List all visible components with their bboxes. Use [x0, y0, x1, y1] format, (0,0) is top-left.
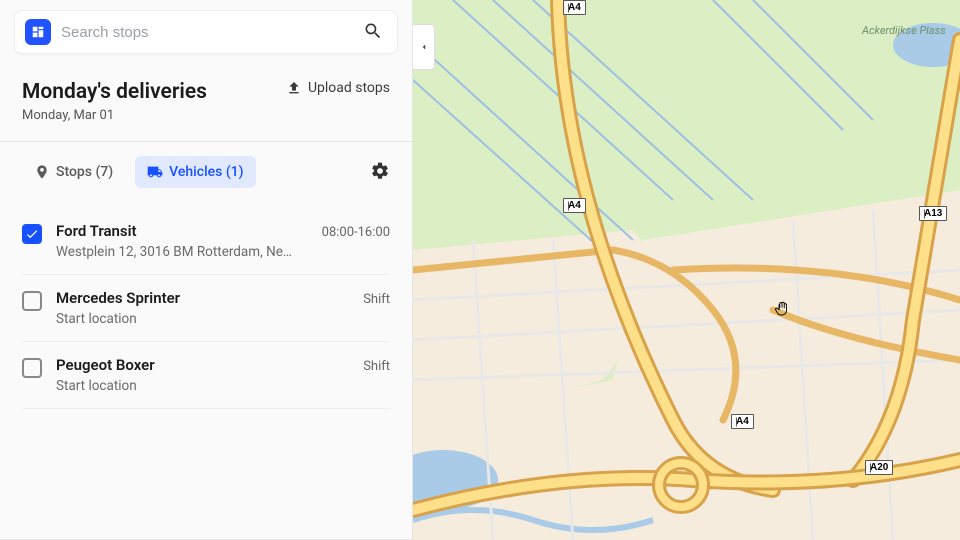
vehicle-checkbox[interactable] [22, 224, 42, 244]
collapse-sidebar-button[interactable] [413, 24, 435, 70]
search-button[interactable] [359, 17, 387, 48]
map-canvas[interactable]: A4 A4 A13 A4 A20 Ackerdijkse Plass [413, 0, 960, 540]
page-header: Monday's deliveries Monday, Mar 01 Uploa… [0, 62, 412, 141]
vehicle-shift-label: Shift [363, 359, 390, 374]
settings-button[interactable] [370, 161, 390, 184]
pin-icon [34, 164, 50, 180]
vehicle-start-location: Westplein 12, 3016 BM Rotterdam, Ne… [56, 244, 390, 260]
upload-icon [286, 80, 302, 96]
upload-label: Upload stops [308, 80, 390, 96]
road-label: A4 [563, 0, 586, 15]
search-input[interactable] [61, 24, 359, 41]
road-label: A4 [731, 414, 754, 429]
vehicle-row[interactable]: Peugeot Boxer Shift Start location [22, 342, 390, 409]
logo-icon [31, 25, 45, 39]
vehicle-name: Mercedes Sprinter [56, 289, 180, 307]
chevron-left-icon [419, 42, 429, 52]
road-label: A13 [919, 206, 947, 221]
check-icon [25, 227, 39, 241]
sidebar: Monday's deliveries Monday, Mar 01 Uploa… [0, 0, 413, 540]
vehicle-name: Peugeot Boxer [56, 356, 155, 374]
road-label: A4 [563, 198, 586, 213]
gear-icon [370, 161, 390, 181]
road-label: A20 [865, 460, 893, 475]
tab-stops[interactable]: Stops (7) [22, 156, 125, 188]
page-date: Monday, Mar 01 [22, 108, 207, 123]
tabs-row: Stops (7) Vehicles (1) [0, 142, 412, 196]
map-tiles [413, 0, 960, 540]
hand-cursor-icon [773, 300, 791, 318]
page-title: Monday's deliveries [22, 80, 207, 104]
tab-vehicles[interactable]: Vehicles (1) [135, 156, 255, 188]
vehicle-checkbox[interactable] [22, 358, 42, 378]
vehicle-row[interactable]: Mercedes Sprinter Shift Start location [22, 275, 390, 342]
tab-stops-label: Stops (7) [56, 164, 113, 180]
vehicle-start-location: Start location [56, 378, 390, 394]
search-bar [14, 10, 398, 54]
app-logo[interactable] [25, 19, 51, 45]
truck-icon [147, 164, 163, 180]
vehicle-start-location: Start location [56, 311, 390, 327]
vehicle-row[interactable]: Ford Transit 08:00-16:00 Westplein 12, 3… [22, 208, 390, 275]
search-icon [363, 21, 383, 41]
vehicle-checkbox[interactable] [22, 291, 42, 311]
place-label: Ackerdijkse Plass [862, 24, 946, 37]
upload-stops-button[interactable]: Upload stops [286, 80, 390, 96]
vehicle-list: Ford Transit 08:00-16:00 Westplein 12, 3… [0, 196, 412, 539]
vehicle-shift-time: 08:00-16:00 [322, 225, 390, 240]
vehicle-shift-label: Shift [363, 292, 390, 307]
tab-vehicles-label: Vehicles (1) [169, 164, 243, 180]
vehicle-name: Ford Transit [56, 222, 137, 240]
